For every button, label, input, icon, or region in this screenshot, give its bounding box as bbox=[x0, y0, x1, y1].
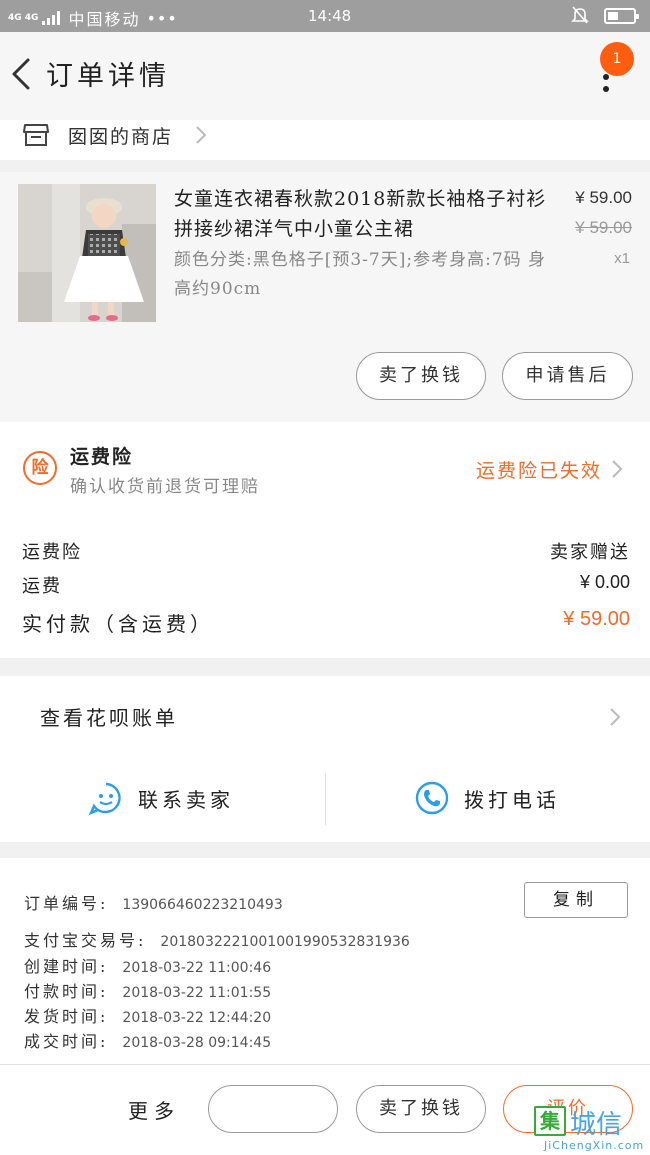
shop-name[interactable]: 囡囡的商店 bbox=[68, 122, 173, 149]
chevron-right-icon bbox=[610, 708, 621, 726]
shop-row[interactable]: 囡囡的商店 bbox=[0, 120, 650, 160]
order-info: 订单编号: 139066460223210493 复制 支付宝交易号: 201803… bbox=[0, 858, 650, 1064]
status-dots: ••• bbox=[146, 8, 178, 28]
divider bbox=[325, 773, 326, 825]
watermark-url: JiChengXin.com bbox=[544, 1139, 645, 1152]
row-value: ¥ 0.00 bbox=[579, 572, 630, 592]
info-key: 发货时间: bbox=[24, 1007, 109, 1026]
row-label: 运费险 bbox=[22, 542, 82, 563]
info-key: 支付宝交易号: bbox=[24, 931, 147, 950]
info-key: 创建时间: bbox=[24, 957, 109, 976]
contact-seller-button[interactable]: 联系卖家 bbox=[88, 780, 234, 816]
contact-seller-label[interactable]: 联系卖家 bbox=[138, 784, 234, 813]
signal-bars-icon bbox=[42, 11, 61, 25]
site-watermark: 集 城信 JiChengXin.com bbox=[534, 1104, 650, 1155]
phone-icon bbox=[415, 781, 449, 815]
insurance-status[interactable]: 运费险已失效 bbox=[476, 456, 602, 483]
notification-badge[interactable]: 1 bbox=[600, 42, 634, 76]
row-value: 卖家赠送 bbox=[550, 542, 630, 563]
chevron-right-icon[interactable] bbox=[610, 458, 624, 480]
chevron-right-icon bbox=[196, 126, 207, 144]
battery-icon bbox=[604, 8, 639, 24]
info-value: 2018-03-22 11:00:46 bbox=[122, 960, 272, 976]
created-time-row: 创建时间: 2018-03-22 11:00:46 bbox=[24, 953, 271, 977]
call-phone-button[interactable]: 拨打电话 bbox=[414, 780, 560, 816]
more-button[interactable]: 更多 bbox=[128, 1095, 180, 1124]
status-bar: 4G 4G 中国移动 ••• 14:48 bbox=[0, 0, 650, 32]
insurance-subtitle: 确认收货前退货可理赔 bbox=[70, 477, 260, 497]
row-label: 实付款（含运费） bbox=[22, 612, 214, 636]
copy-button[interactable]: 复制 bbox=[524, 882, 628, 918]
shop-icon bbox=[23, 124, 49, 146]
row-value: ¥ 59.00 bbox=[563, 608, 630, 630]
info-value: 2018-03-22 12:44:20 bbox=[122, 1010, 272, 1026]
product-thumbnail[interactable] bbox=[18, 184, 156, 322]
order-number-row: 订单编号: 139066460223210493 bbox=[24, 890, 283, 914]
paid-time-row: 付款时间: 2018-03-22 11:01:55 bbox=[24, 978, 271, 1002]
closed-time-row: 成交时间: 2018-03-28 09:14:45 bbox=[24, 1028, 271, 1052]
mute-bell-icon bbox=[571, 6, 589, 24]
freight-section: 险 运费险 确认收货前退货可理赔 运费险已失效 运费险 卖家赠送 运费 ¥ 0.… bbox=[0, 422, 650, 658]
info-value: 2018-03-28 09:14:45 bbox=[122, 1035, 272, 1051]
blank-action-button[interactable] bbox=[208, 1085, 338, 1133]
info-key: 订单编号: bbox=[24, 894, 109, 913]
carrier-name: 中国移动 bbox=[68, 10, 141, 29]
huabei-bill-row[interactable]: 查看花呗账单 bbox=[0, 676, 650, 758]
product-price: ¥ 59.00 bbox=[575, 188, 632, 207]
contact-bar: 联系卖家 拨打电话 bbox=[0, 758, 650, 842]
nav-bar: 订单详情 1 bbox=[0, 32, 650, 120]
product-title[interactable]: 女童连衣裙春秋款2018新款长袖格子衬衫拼接纱裙洋气中小童公主裙 bbox=[174, 184, 564, 244]
huabei-label[interactable]: 查看花呗账单 bbox=[40, 702, 178, 731]
watermark-text: 城信 bbox=[570, 1110, 623, 1140]
call-phone-label[interactable]: 拨打电话 bbox=[464, 784, 560, 813]
product-quantity: x1 bbox=[614, 250, 630, 267]
sell-again-bottom-button[interactable]: 卖了换钱 bbox=[356, 1085, 486, 1133]
clock: 14:48 bbox=[308, 7, 352, 25]
product-card[interactable]: 女童连衣裙春秋款2018新款长袖格子衬衫拼接纱裙洋气中小童公主裙 颜色分类:黑色… bbox=[0, 172, 650, 422]
watermark-logo-icon: 集 bbox=[534, 1106, 566, 1136]
sell-again-button[interactable]: 卖了换钱 bbox=[356, 352, 486, 400]
info-value: 139066460223210493 bbox=[122, 897, 283, 913]
back-arrow-icon[interactable] bbox=[6, 54, 36, 94]
info-value: 2018032221001001990532831936 bbox=[160, 934, 410, 950]
page-title: 订单详情 bbox=[46, 61, 170, 92]
apply-after-sales-button[interactable]: 申请售后 bbox=[502, 352, 633, 400]
info-key: 成交时间: bbox=[24, 1032, 109, 1051]
info-value: 2018-03-22 11:01:55 bbox=[122, 985, 272, 1001]
product-spec: 颜色分类:黑色格子[预3-7天];参考身高:7码 身高约90cm bbox=[174, 250, 547, 299]
insurance-icon: 险 bbox=[23, 451, 57, 485]
product-original-price: ¥ 59.00 bbox=[575, 218, 632, 237]
chat-face-icon bbox=[88, 782, 121, 816]
row-label: 运费 bbox=[22, 576, 62, 597]
info-key: 付款时间: bbox=[24, 982, 109, 1001]
alipay-trade-row: 支付宝交易号: 2018032221001001990532831936 bbox=[24, 927, 410, 951]
network-type: 4G 4G bbox=[8, 12, 39, 23]
insurance-title: 运费险 bbox=[70, 446, 134, 468]
shipped-time-row: 发货时间: 2018-03-22 12:44:20 bbox=[24, 1003, 271, 1027]
